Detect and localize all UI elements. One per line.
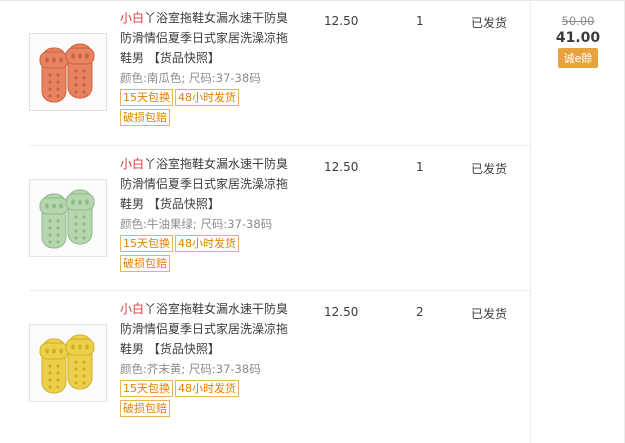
product-title-text: 丫浴室拖鞋女漏水速干防臭防滑情侣夏季日式家居洗澡凉拖鞋男 【货品快照】 bbox=[120, 302, 289, 356]
product-spec: 颜色:牛油果绿; 尺码:37-38码 bbox=[120, 217, 273, 231]
original-price: 50.00 bbox=[561, 14, 595, 28]
service-tags: 15天包换 48小时发货 破损包赔 bbox=[120, 379, 298, 419]
slipper-pair-image bbox=[39, 334, 95, 394]
service-tag[interactable]: 15天包换 bbox=[120, 235, 173, 252]
product-title[interactable]: 小白丫浴室拖鞋女漏水速干防臭防滑情侣夏季日式家居洗澡凉拖鞋男 【货品快照】 bbox=[120, 299, 298, 359]
product-thumbnail[interactable] bbox=[29, 33, 107, 111]
service-tags: 15天包换 48小时发货 破损包赔 bbox=[120, 88, 298, 128]
shipping-status: 已发货 bbox=[471, 162, 508, 176]
service-tag[interactable]: 破损包赔 bbox=[120, 255, 170, 272]
quantity: 1 bbox=[416, 160, 424, 174]
product-title[interactable]: 小白丫浴室拖鞋女漏水速干防臭防滑情侣夏季日式家居洗澡凉拖鞋男 【货品快照】 bbox=[120, 8, 298, 68]
order-item-row: 小白丫浴室拖鞋女漏水速干防臭防滑情侣夏季日式家居洗澡凉拖鞋男 【货品快照】 颜色… bbox=[0, 0, 530, 145]
product-title-text: 丫浴室拖鞋女漏水速干防臭防滑情侣夏季日式家居洗澡凉拖鞋男 【货品快照】 bbox=[120, 11, 289, 65]
product-title-text: 丫浴室拖鞋女漏水速干防臭防滑情侣夏季日式家居洗澡凉拖鞋男 【货品快照】 bbox=[120, 157, 289, 211]
shop-name: 小白 bbox=[120, 157, 145, 171]
shipping-status: 已发货 bbox=[471, 307, 508, 321]
paid-price: 41.00 bbox=[555, 30, 601, 46]
unit-price: 12.50 bbox=[324, 160, 359, 174]
credit-pay-button[interactable]: 诚e赊 bbox=[557, 48, 599, 68]
service-tag[interactable]: 15天包换 bbox=[120, 89, 173, 106]
service-tag[interactable]: 48小时发货 bbox=[175, 380, 239, 397]
product-spec: 颜色:芥末黄; 尺码:37-38码 bbox=[120, 362, 261, 376]
service-tag[interactable]: 破损包赔 bbox=[120, 400, 170, 417]
unit-price: 12.50 bbox=[324, 305, 359, 319]
order-item-row: 小白丫浴室拖鞋女漏水速干防臭防滑情侣夏季日式家居洗澡凉拖鞋男 【货品快照】 颜色… bbox=[29, 290, 530, 436]
quantity: 1 bbox=[416, 14, 424, 28]
order-item-row: 小白丫浴室拖鞋女漏水速干防臭防滑情侣夏季日式家居洗澡凉拖鞋男 【货品快照】 颜色… bbox=[29, 145, 530, 291]
product-thumbnail[interactable] bbox=[29, 179, 107, 257]
order-total-cell: 50.00 41.00 诚e赊 bbox=[531, 0, 625, 68]
slipper-pair-image bbox=[39, 43, 95, 103]
quantity: 2 bbox=[416, 305, 424, 319]
product-spec: 颜色:南瓜色; 尺码:37-38码 bbox=[120, 71, 261, 85]
slipper-pair-image bbox=[39, 189, 95, 249]
product-title[interactable]: 小白丫浴室拖鞋女漏水速干防臭防滑情侣夏季日式家居洗澡凉拖鞋男 【货品快照】 bbox=[120, 154, 298, 214]
product-thumbnail[interactable] bbox=[29, 324, 107, 402]
service-tags: 15天包换 48小时发货 破损包赔 bbox=[120, 234, 298, 274]
shop-name: 小白 bbox=[120, 11, 145, 25]
shop-name: 小白 bbox=[120, 302, 145, 316]
service-tag[interactable]: 15天包换 bbox=[120, 380, 173, 397]
service-tag[interactable]: 破损包赔 bbox=[120, 109, 170, 126]
shipping-status: 已发货 bbox=[471, 16, 508, 30]
service-tag[interactable]: 48小时发货 bbox=[175, 235, 239, 252]
unit-price: 12.50 bbox=[324, 14, 359, 28]
service-tag[interactable]: 48小时发货 bbox=[175, 89, 239, 106]
